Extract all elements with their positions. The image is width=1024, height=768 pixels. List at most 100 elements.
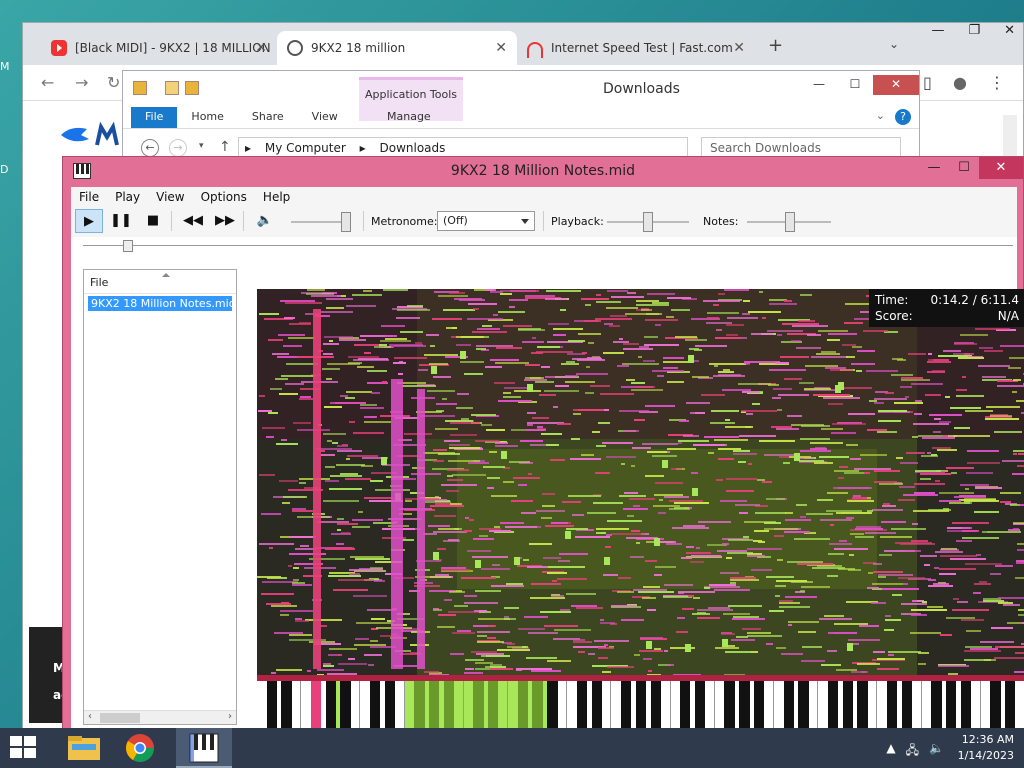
volume-icon[interactable]: 🔈 [929, 741, 944, 762]
youtube-icon [51, 40, 67, 56]
maximize-icon[interactable]: ☐ [837, 75, 873, 95]
minimize-icon[interactable]: — [931, 23, 944, 38]
menu-play[interactable]: Play [107, 187, 148, 207]
chevron-down-icon[interactable]: ⌄ [889, 37, 899, 51]
explorer-ribbon: File Home Share View Manage [123, 107, 919, 129]
taskbar-explorer[interactable] [56, 728, 112, 768]
black-key [901, 681, 912, 733]
taskbar-chrome[interactable] [112, 728, 168, 768]
black-key [798, 681, 809, 733]
back-arrow-icon[interactable]: ← [141, 139, 159, 157]
new-tab-icon[interactable]: + [768, 35, 783, 56]
folder-icon [68, 736, 100, 760]
black-key [960, 681, 972, 733]
toolbar-separator [243, 211, 244, 231]
play-button[interactable]: ▶ [75, 209, 103, 233]
ribbon-tab-manage[interactable]: Manage [373, 107, 445, 126]
black-key [945, 681, 957, 733]
toolbar-separator [363, 211, 364, 231]
properties-icon[interactable] [165, 81, 179, 95]
explorer-title: Downloads [603, 81, 680, 97]
rewind-button[interactable]: ◀◀ [179, 209, 207, 233]
playback-slider-thumb[interactable] [643, 212, 653, 232]
chrome-tab-fast[interactable]: Internet Speed Test | Fast.com ✕ [517, 31, 755, 65]
forward-arrow-icon[interactable]: → [75, 73, 88, 92]
metronome-select[interactable]: (Off) [437, 211, 535, 231]
chevron-down-icon[interactable]: ▾ [199, 141, 204, 151]
player-title: 9KX2 18 Million Notes.mid [450, 163, 636, 179]
ribbon-tab-file[interactable]: File [131, 107, 178, 128]
chevron-down-icon[interactable]: ⌄ [876, 109, 885, 122]
close-icon[interactable]: ✕ [873, 75, 919, 95]
profile-avatar-icon[interactable]: ● [953, 73, 967, 92]
file-list-item[interactable]: 9KX2 18 Million Notes.mid [88, 296, 232, 311]
playback-label: Playback: [551, 215, 604, 228]
back-arrow-icon[interactable]: ← [41, 73, 54, 92]
chrome-icon [126, 734, 154, 762]
system-clock[interactable]: 12:36 AM 1/14/2023 [958, 732, 1014, 764]
close-icon[interactable]: ✕ [255, 40, 267, 56]
chevron-right-icon[interactable]: › [228, 711, 232, 722]
black-key [739, 681, 750, 733]
midi-player-window: 9KX2 18 Million Notes.mid — ☐ ✕ File Pla… [62, 156, 1024, 748]
ribbon-tab-view[interactable]: View [298, 107, 352, 128]
stop-button[interactable]: ■ [139, 209, 167, 233]
maximize-icon[interactable]: ☐ [949, 157, 979, 179]
taskbar-midi-player[interactable] [176, 728, 232, 768]
chrome-window-controls: — ❐ ✕ [931, 23, 1015, 38]
score-label: Score: [875, 309, 913, 323]
menu-help[interactable]: Help [255, 187, 298, 207]
black-key [414, 681, 425, 733]
volume-slider-thumb[interactable] [341, 212, 351, 232]
close-icon[interactable]: ✕ [495, 40, 507, 56]
chrome-tab-9kx2[interactable]: 9KX2 18 million ✕ [277, 31, 517, 65]
breadcrumb-my-computer[interactable]: My Computer [265, 141, 346, 155]
close-icon[interactable]: ✕ [1004, 23, 1015, 38]
falling-notes [257, 289, 1024, 675]
maximize-icon[interactable]: ❐ [968, 23, 980, 38]
black-key [857, 681, 868, 733]
file-list-header[interactable]: File [84, 270, 236, 294]
notes-slider-thumb[interactable] [785, 212, 795, 232]
kebab-menu-icon[interactable]: ⋮ [989, 73, 1005, 92]
seek-bar[interactable] [83, 240, 1013, 252]
reload-icon[interactable]: ↻ [107, 73, 120, 92]
help-icon[interactable]: ? [895, 109, 911, 125]
folder-icon [133, 81, 147, 95]
black-key [443, 681, 455, 733]
breadcrumb-downloads[interactable]: Downloads [379, 141, 445, 155]
pause-button[interactable]: ❚❚ [107, 209, 135, 233]
black-key [591, 681, 602, 733]
up-arrow-icon[interactable]: ↑ [219, 139, 231, 155]
black-key [650, 681, 661, 733]
network-icon[interactable]: 🖧 [906, 741, 919, 762]
new-folder-icon[interactable] [185, 81, 199, 95]
file-list-scrollbar[interactable]: ‹ › [84, 710, 236, 724]
forward-arrow-icon[interactable]: → [169, 139, 187, 157]
close-icon[interactable]: ✕ [979, 157, 1023, 179]
windows-start-icon[interactable] [10, 736, 38, 760]
chevron-left-icon[interactable]: ‹ [88, 711, 92, 722]
chrome-tab-youtube[interactable]: [Black MIDI] - 9KX2 | 18 MILLION ✕ [41, 31, 277, 65]
black-key [266, 681, 277, 733]
seek-thumb[interactable] [123, 240, 133, 252]
black-key [842, 681, 853, 733]
minimize-icon[interactable]: — [919, 157, 949, 179]
player-window-controls: — ☐ ✕ [919, 157, 1023, 179]
black-key [325, 681, 336, 733]
menu-file[interactable]: File [71, 187, 107, 207]
minimize-icon[interactable]: — [801, 75, 837, 95]
toolbar-separator [543, 211, 544, 231]
fast-forward-button[interactable]: ▶▶ [211, 209, 239, 233]
close-icon[interactable]: ✕ [733, 40, 745, 56]
ribbon-tab-home[interactable]: Home [177, 107, 237, 128]
ribbon-tab-share[interactable]: Share [238, 107, 298, 128]
chevron-up-icon[interactable]: ▲ [886, 741, 895, 762]
speaker-icon[interactable]: 🔈 [251, 209, 279, 233]
menu-view[interactable]: View [148, 187, 192, 207]
scrollbar-thumb[interactable] [100, 713, 140, 723]
note-visualizer: Time: 0:14.2 / 6:11.4 Score: N/A [257, 289, 1024, 741]
side-panel-icon[interactable]: ▯ [923, 73, 932, 92]
piano-app-icon [189, 733, 219, 763]
menu-options[interactable]: Options [193, 187, 255, 207]
